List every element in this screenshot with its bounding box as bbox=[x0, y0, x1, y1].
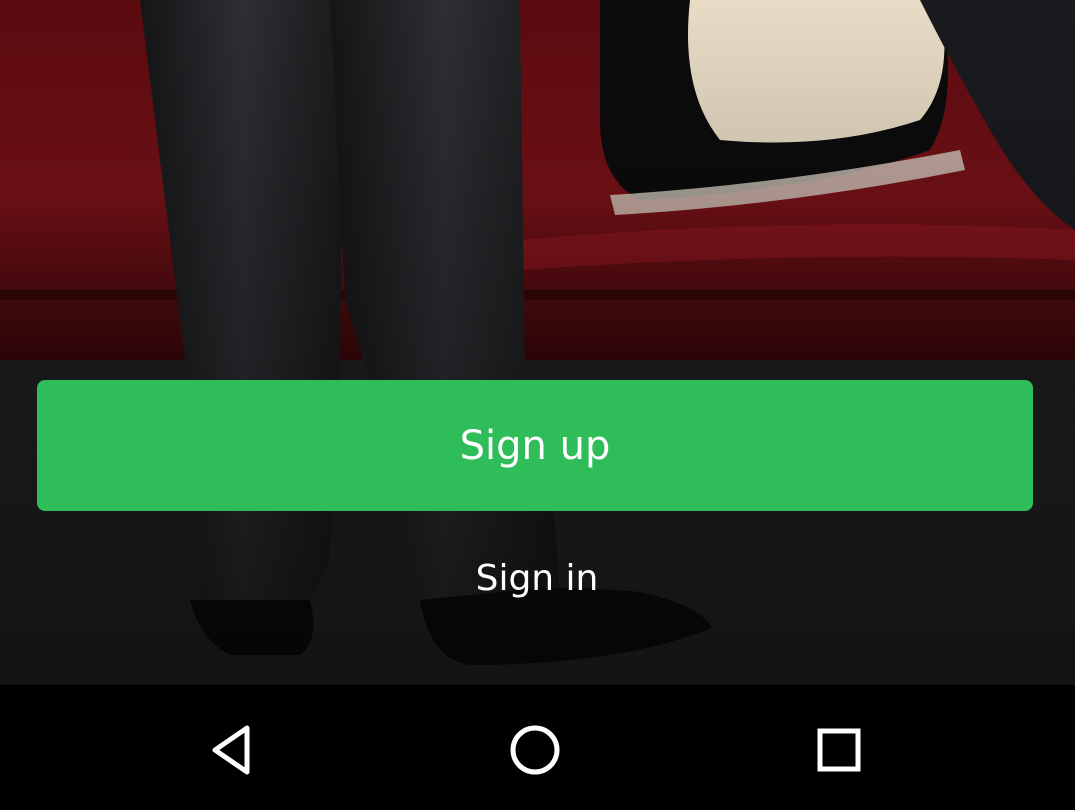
sign-in-link[interactable]: Sign in bbox=[337, 548, 737, 608]
app-screen: Sign up Sign in bbox=[0, 0, 1075, 810]
back-triangle-icon bbox=[212, 725, 250, 775]
nav-recents-button[interactable] bbox=[794, 705, 884, 795]
home-circle-icon bbox=[510, 725, 560, 775]
nav-back-button[interactable] bbox=[188, 705, 278, 795]
nav-home-button[interactable] bbox=[490, 705, 580, 795]
sign-up-label: Sign up bbox=[459, 422, 611, 469]
android-navigation-bar bbox=[0, 685, 1075, 810]
sign-in-label: Sign in bbox=[475, 557, 599, 599]
recents-square-icon bbox=[817, 728, 861, 772]
sign-up-button[interactable]: Sign up bbox=[37, 380, 1033, 511]
